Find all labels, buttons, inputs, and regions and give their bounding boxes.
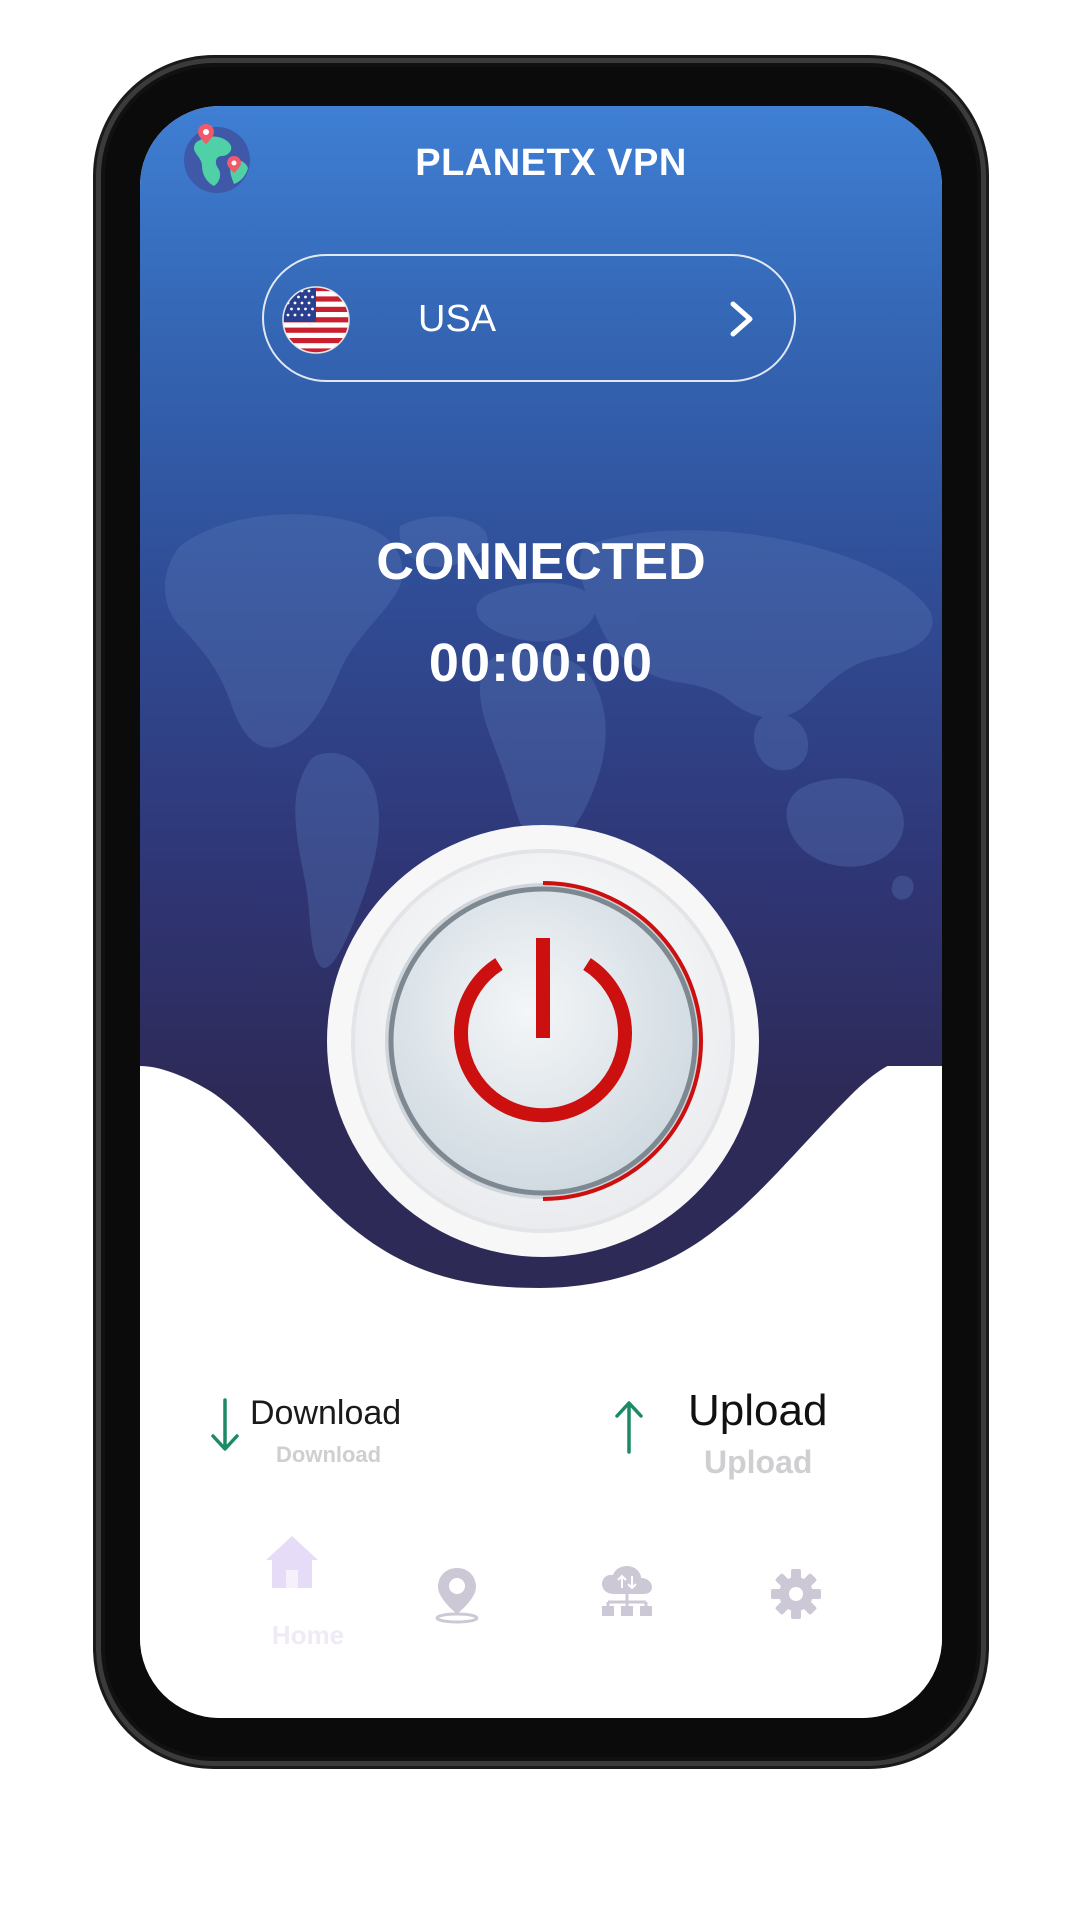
power-button[interactable] [326,824,760,1258]
app-screen: PLANETX VPN USA CONNECTED 00:00:00 Downl… [140,106,942,1718]
download-label: Download [250,1394,402,1432]
server-country-label: USA [418,298,497,340]
arrow-up-icon [615,1401,643,1454]
server-selector[interactable]: USA [262,254,796,382]
connection-timer: 00:00:00 [428,633,654,693]
location-pin-icon[interactable] [432,1566,482,1624]
home-icon[interactable] [262,1532,322,1592]
usa-flag-icon [282,286,350,354]
download-value: Download [276,1442,382,1467]
upload-value: Upload [704,1444,813,1480]
upload-label: Upload [688,1386,828,1435]
gear-icon[interactable] [770,1568,822,1620]
app-title: PLANETX VPN [415,142,687,184]
cloud-network-icon[interactable] [600,1566,654,1618]
nav-home-label[interactable]: Home [248,1620,368,1651]
connection-status: CONNECTED [376,533,706,591]
arrow-down-icon [211,1398,239,1451]
chevron-right-icon [730,301,753,337]
